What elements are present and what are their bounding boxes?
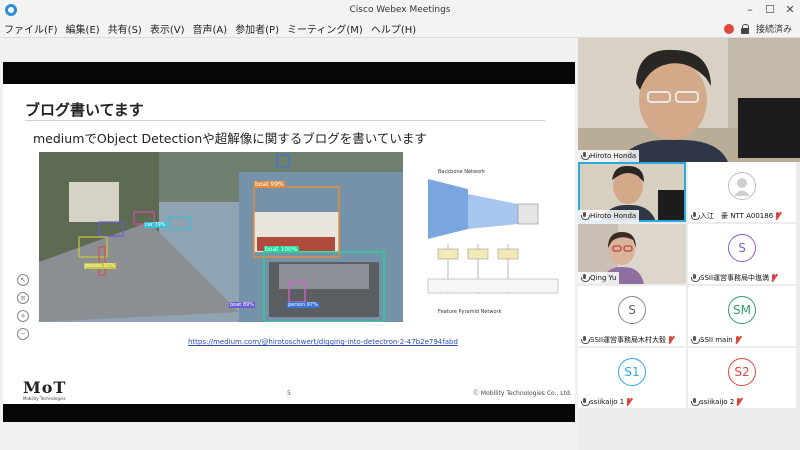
window-title: Cisco Webex Meetings: [349, 5, 451, 15]
microphone-icon: [581, 336, 590, 344]
muted-microphone-icon: [736, 398, 742, 406]
detection-photo: boat 99% boat 100% boat 89% person 97% c…: [39, 152, 403, 322]
menu-participants[interactable]: 参加者(P): [231, 21, 283, 36]
slide-copyright: Ⓒ Mobility Technologies Co., Ltd.: [473, 390, 572, 397]
participant-tile[interactable]: 入江 豪 NTT A00186: [688, 162, 796, 222]
participant-name: SSII main: [700, 336, 733, 344]
person-avatar-icon: [728, 172, 756, 200]
slide-divider: [25, 120, 545, 121]
participant-name: Qing Yu: [590, 274, 617, 282]
participant-tile[interactable]: SM SSII main: [688, 286, 796, 346]
participant-name: Hiroto Honda: [590, 212, 637, 220]
participant-name-bar: SSII main: [688, 334, 744, 346]
participant-avatar: S: [618, 296, 646, 324]
shared-screen: ブログ書いてます mediumでObject Detectionや超解像に関する…: [0, 38, 578, 450]
menu-edit[interactable]: 編集(E): [62, 21, 104, 36]
participant-tile[interactable]: Qing Yu: [578, 224, 686, 284]
menu-file[interactable]: ファイル(F): [0, 21, 62, 36]
connection-status: 接続済み: [755, 25, 792, 35]
menu-view[interactable]: 表示(V): [146, 21, 189, 36]
connection-indicator[interactable]: 接続済み: [723, 22, 792, 35]
participant-name: SSII運営事務局木村大毅: [590, 336, 667, 344]
active-speaker-video[interactable]: Hiroto Honda: [578, 38, 800, 162]
participant-tile[interactable]: S1 ssiikaijo 1: [578, 348, 686, 408]
active-speaker-name: Hiroto Honda: [590, 152, 637, 160]
photo-label: person 97%: [287, 302, 319, 308]
menu-help[interactable]: ヘルプ(H): [367, 21, 420, 36]
company-logo-subtitle: Mobility Technologies: [23, 396, 66, 401]
participant-avatar: S1: [618, 358, 646, 386]
participant-name-bar: SSII運営事務局中塩満: [688, 272, 781, 284]
participant-name: ssiikaijo 1: [590, 398, 625, 406]
muted-microphone-icon: [771, 274, 777, 282]
close-icon[interactable]: ✕: [782, 2, 798, 18]
annotation-toolbar: ↖ ≡ + −: [17, 274, 31, 340]
slide-subtitle: mediumでObject Detectionや超解像に関するブログを書いていま…: [33, 131, 427, 146]
menu-meeting[interactable]: ミーティング(M): [283, 21, 367, 36]
microphone-icon: [691, 212, 700, 220]
photo-label: boat 100%: [264, 246, 299, 253]
participant-tile[interactable]: S SSII運営事務局中塩満: [688, 224, 796, 284]
microphone-icon: [581, 274, 590, 282]
menu-share[interactable]: 共有(S): [104, 21, 146, 36]
diagram-title: Backbone Network: [438, 169, 486, 175]
microphone-icon: [691, 274, 700, 282]
lock-icon: [740, 23, 750, 34]
participant-tile[interactable]: S2 ssiikaijo 2: [688, 348, 796, 408]
participant-name-bar: ssiikaijo 1: [578, 396, 636, 408]
highlight-tool-icon[interactable]: ≡: [17, 292, 29, 304]
participant-name: ssiikaijo 2: [700, 398, 735, 406]
participant-name-bar: SSII運営事務局木村大毅: [578, 334, 678, 346]
muted-microphone-icon: [668, 336, 674, 344]
slide-page-number: 5: [287, 390, 291, 397]
participant-avatar: S2: [728, 358, 756, 386]
title-bar: Cisco Webex Meetings – ☐ ✕: [0, 0, 800, 20]
recording-icon: [723, 23, 734, 34]
diagram-footer: Feature Pyramid Network: [438, 309, 502, 315]
participant-name: 入江 豪 NTT A00186: [700, 212, 774, 220]
letterbox-top: [3, 62, 575, 84]
participant-tile[interactable]: Hiroto Honda: [578, 162, 686, 222]
slide-title: ブログ書いてます: [25, 101, 144, 119]
minimize-icon[interactable]: –: [742, 2, 758, 18]
participant-name-bar: Qing Yu: [578, 272, 620, 284]
company-logo: MoT: [23, 378, 67, 397]
participant-name-bar: Hiroto Honda: [578, 210, 640, 222]
fpn-diagram: Backbone Network Feature Pyramid Network: [408, 169, 568, 319]
participant-avatar: SM: [728, 296, 756, 324]
microphone-icon: [581, 212, 590, 220]
microphone-icon: [691, 336, 700, 344]
muted-microphone-icon: [775, 212, 781, 220]
microphone-icon: [581, 152, 590, 160]
letterbox-bottom: [3, 404, 575, 422]
microphone-icon: [581, 398, 590, 406]
pointer-tool-icon[interactable]: ↖: [17, 274, 29, 286]
maximize-icon[interactable]: ☐: [762, 2, 778, 18]
photo-label: car 79%: [144, 222, 167, 228]
participant-name-bar: 入江 豪 NTT A00186: [688, 210, 785, 222]
photo-label: boat 99%: [254, 181, 285, 188]
active-speaker-name-bar: Hiroto Honda: [578, 150, 640, 162]
participant-tile[interactable]: S SSII運営事務局木村大毅: [578, 286, 686, 346]
presentation-slide: ブログ書いてます mediumでObject Detectionや超解像に関する…: [3, 84, 575, 404]
participant-name: SSII運営事務局中塩満: [700, 274, 770, 282]
photo-label: boat 89%: [229, 302, 255, 308]
photo-label: person 91%: [84, 263, 116, 269]
participants-panel: Hiroto Honda Hiroto Honda 入江 豪 NTT A0018…: [578, 38, 800, 450]
muted-microphone-icon: [626, 398, 632, 406]
muted-microphone-icon: [735, 336, 741, 344]
zoom-in-icon[interactable]: +: [17, 310, 29, 322]
participant-name-bar: ssiikaijo 2: [688, 396, 746, 408]
blog-link[interactable]: https://medium.com/@hirotoschwert/diggin…: [188, 338, 458, 346]
participant-avatar: S: [728, 234, 756, 262]
zoom-out-icon[interactable]: −: [17, 328, 29, 340]
menu-bar: ファイル(F) 編集(E) 共有(S) 表示(V) 音声(A) 参加者(P) ミ…: [0, 20, 800, 38]
microphone-icon: [691, 398, 700, 406]
menu-audio[interactable]: 音声(A): [189, 21, 232, 36]
